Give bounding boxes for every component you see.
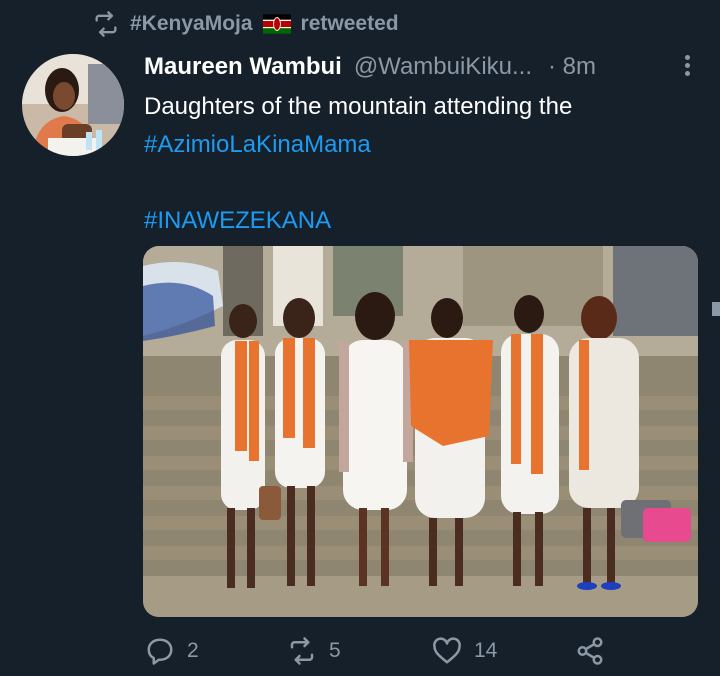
reply-button[interactable]: 2 [145,636,199,666]
retweet-action-label: retweeted [300,12,399,35]
avatar-image [22,54,124,156]
retweet-icon [95,11,117,37]
retweet-banner[interactable]: #KenyaMoja retweeted [92,10,399,38]
retweet-count: 5 [329,639,341,662]
tweet-timestamp[interactable]: · 8m [548,53,596,81]
scrollbar-thumb[interactable] [712,302,720,316]
retweet-account[interactable]: #KenyaMoja [130,12,253,36]
kenya-flag-icon [262,14,291,34]
hashtag-link[interactable]: #INAWEZEKANA [144,202,704,240]
author-handle[interactable]: @WambuiKiku... [354,53,532,81]
retweet-button[interactable]: 5 [287,636,341,666]
heart-icon [433,637,461,664]
photo-image [143,246,698,617]
tweet-photo[interactable] [143,246,698,617]
reply-count: 2 [187,639,199,662]
author-avatar[interactable] [22,54,124,156]
more-options-icon[interactable] [682,52,692,82]
retweet-icon [290,637,314,665]
tweet-actions: 2 5 14 [145,636,615,676]
reply-icon [147,638,173,665]
share-icon [577,637,603,665]
author-name[interactable]: Maureen Wambui [144,53,342,81]
hashtag-link[interactable]: #AzimioLaKinaMama [144,126,704,164]
tweet-text-line: Daughters of the mountain attending the [144,93,573,120]
tweet-header: Maureen Wambui @WambuiKiku... · 8m [144,50,692,84]
like-button[interactable]: 14 [432,636,497,666]
like-count: 14 [474,639,498,662]
tweet-text: Daughters of the mountain attending the … [144,88,704,240]
share-button[interactable] [575,636,605,666]
